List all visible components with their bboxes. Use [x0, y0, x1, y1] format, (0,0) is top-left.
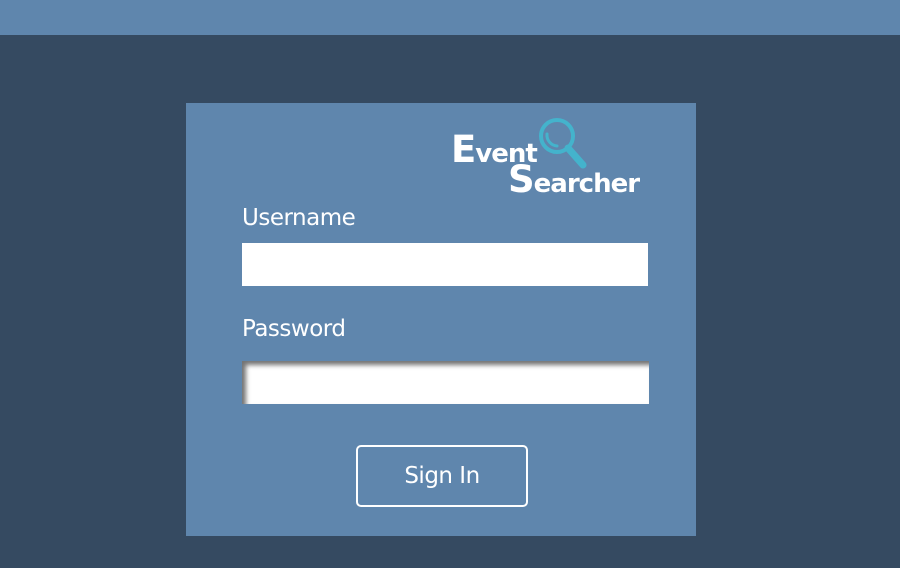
top-bar [0, 0, 900, 35]
event-searcher-logo: Event Searcher [451, 115, 651, 200]
logo-word-searcher: Searcher [508, 158, 640, 201]
password-label: Password [242, 316, 346, 342]
sign-in-button[interactable]: Sign In [356, 445, 528, 507]
login-panel: Event Searcher Username Password Sign In [186, 103, 696, 536]
username-input[interactable] [242, 243, 648, 286]
password-input[interactable] [242, 361, 649, 404]
username-label: Username [242, 205, 356, 231]
